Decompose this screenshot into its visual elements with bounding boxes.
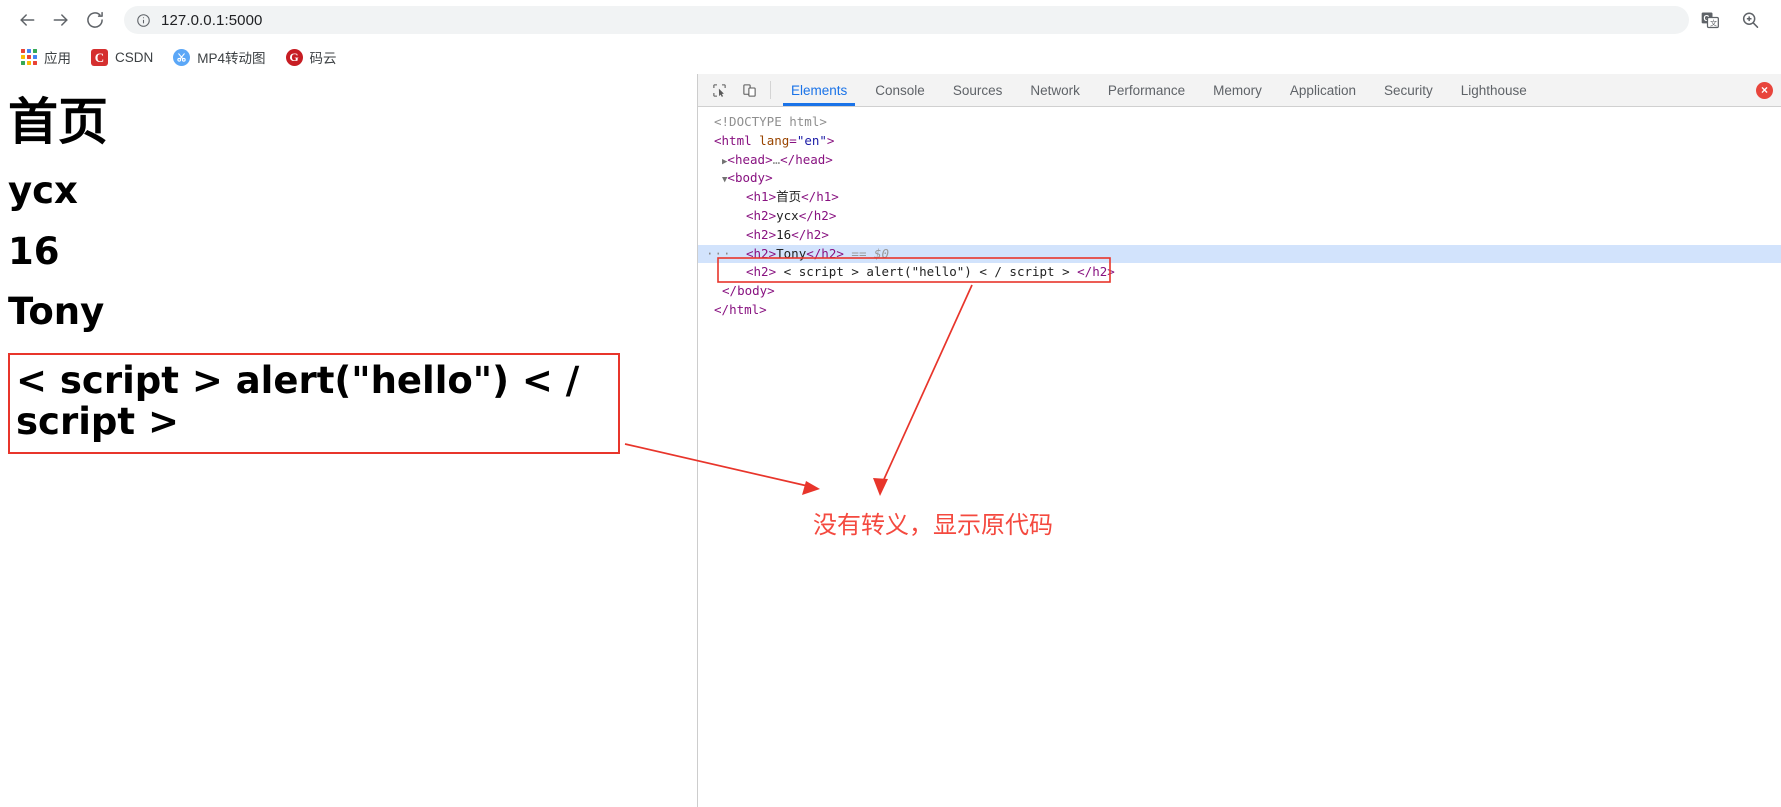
arrow-right-icon <box>53 14 68 26</box>
reload-icon <box>87 11 103 28</box>
translate-icon[interactable]: G 文 <box>1697 7 1723 33</box>
dom-line-h1[interactable]: <h1>首页</h1> <box>698 188 1781 207</box>
mp4-gif-favicon-icon <box>173 48 191 66</box>
toolbar-divider <box>770 81 771 99</box>
bookmarks-bar: 应用 C CSDN MP4转动图 G 码云 <box>0 40 1781 74</box>
tab-application[interactable]: Application <box>1276 74 1370 106</box>
bookmark-apps[interactable]: 应用 <box>12 44 79 70</box>
dom-line-h2-nick-selected[interactable]: ··· <h2>Tony</h2> == $0 <box>698 244 1781 264</box>
page-heading-nick: Tony <box>8 290 105 334</box>
page-heading-title: 首页 <box>8 93 108 151</box>
back-button[interactable] <box>10 3 44 37</box>
arrow-left-icon <box>20 14 35 26</box>
more-options-icon[interactable]: ··· <box>706 245 732 264</box>
devtools-tabbar: Elements Console Sources Network Perform… <box>698 74 1781 107</box>
gitee-favicon-icon: G <box>285 48 303 66</box>
browser-toolbar: 127.0.0.1:5000 G 文 <box>0 0 1781 40</box>
dom-tree: <!DOCTYPE html> <html lang="en"> ▶<head>… <box>698 107 1781 807</box>
bookmark-mp4-gif[interactable]: MP4转动图 <box>165 44 273 70</box>
address-bar-url: 127.0.0.1:5000 <box>161 11 263 29</box>
device-toolbar-icon[interactable] <box>734 74 764 106</box>
tab-sources[interactable]: Sources <box>939 74 1017 106</box>
tab-lighthouse[interactable]: Lighthouse <box>1447 74 1541 106</box>
tab-memory[interactable]: Memory <box>1199 74 1276 106</box>
inspect-element-icon[interactable] <box>704 74 734 106</box>
error-count-badge[interactable]: × <box>1756 81 1773 99</box>
dom-line-body-close[interactable]: </body> <box>698 282 1781 301</box>
page-heading-script-literal: < script > alert("hello") < / script > <box>8 353 620 455</box>
tab-console[interactable]: Console <box>861 74 939 106</box>
zoom-search-icon[interactable] <box>1737 7 1763 33</box>
svg-text:文: 文 <box>1710 18 1717 27</box>
forward-button[interactable] <box>44 3 78 37</box>
dom-line-body-open[interactable]: ▼<body> <box>698 169 1781 188</box>
dom-line-h2-script[interactable]: <h2> < script > alert("hello") < / scrip… <box>698 263 1781 282</box>
devtools-status-icons: × <box>1756 74 1781 106</box>
apps-grid-icon <box>20 49 37 66</box>
content-area: 首页 ycx 16 Tony < script > alert("hello")… <box>0 74 1781 807</box>
tab-network[interactable]: Network <box>1016 74 1094 106</box>
page-viewport: 首页 ycx 16 Tony < script > alert("hello")… <box>0 74 697 807</box>
dom-line-html-close[interactable]: </html> <box>698 301 1781 320</box>
reload-button[interactable] <box>78 3 112 37</box>
bookmark-label: 码云 <box>309 51 337 66</box>
dom-line-h2-name[interactable]: <h2>ycx</h2> <box>698 207 1781 226</box>
dom-line-head[interactable]: ▶<head>…</head> <box>698 151 1781 170</box>
page-heading-name: ycx <box>8 169 78 212</box>
dom-line-doctype[interactable]: <!DOCTYPE html> <box>698 113 1781 132</box>
toolbar-right-icons: G 文 <box>1697 7 1771 33</box>
address-bar[interactable]: 127.0.0.1:5000 <box>124 6 1689 34</box>
bookmark-label: MP4转动图 <box>197 51 266 66</box>
tab-performance[interactable]: Performance <box>1094 74 1199 106</box>
bookmark-label: 应用 <box>44 51 71 66</box>
bookmark-label: CSDN <box>115 49 154 65</box>
page-heading-age: 16 <box>8 229 60 273</box>
devtools-panel: Elements Console Sources Network Perform… <box>697 74 1781 807</box>
dom-line-html-open[interactable]: <html lang="en"> <box>698 132 1781 151</box>
tab-security[interactable]: Security <box>1370 74 1447 106</box>
site-info-icon[interactable] <box>136 13 151 28</box>
dom-line-h2-age[interactable]: <h2>16</h2> <box>698 226 1781 245</box>
csdn-favicon-icon: C <box>91 48 108 66</box>
tab-elements[interactable]: Elements <box>777 74 861 106</box>
bookmark-gitee[interactable]: G 码云 <box>278 44 345 70</box>
selected-node-ref: == $0 <box>843 245 890 261</box>
bookmark-csdn[interactable]: C CSDN <box>83 46 161 69</box>
